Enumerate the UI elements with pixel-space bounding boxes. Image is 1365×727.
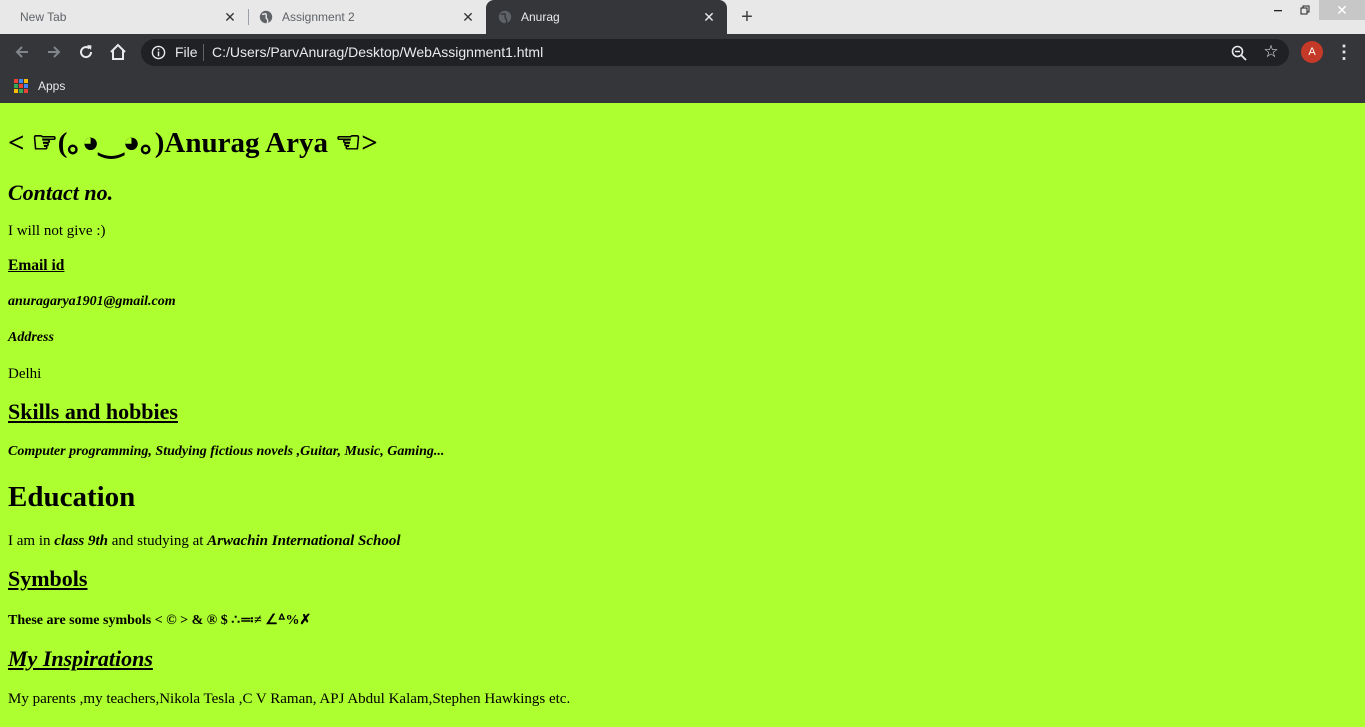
email-value: anuragarya1901@gmail.com <box>8 294 176 309</box>
tab-title: New Tab <box>20 10 67 24</box>
globe-icon <box>498 10 512 24</box>
skills-heading: Skills and hobbies <box>8 399 178 424</box>
window-close-button[interactable]: ✕ <box>1319 0 1365 20</box>
arrow-right-icon <box>48 46 61 58</box>
apps-label: Apps <box>38 79 66 93</box>
restore-icon <box>1300 5 1309 15</box>
bookmarks-bar: Apps <box>0 70 1365 103</box>
tab-title: Anurag <box>521 10 560 24</box>
address-value: Delhi <box>8 366 42 382</box>
contact-text: I will not give :) <box>8 223 106 239</box>
minimize-icon <box>1273 10 1282 12</box>
omnibox-divider <box>203 44 204 61</box>
reload-button[interactable] <box>76 42 96 62</box>
symbols-heading: Symbols <box>8 566 88 591</box>
browser-toolbar: File C:/Users/ParvAnurag/Desktop/WebAssi… <box>0 34 1365 70</box>
tab-title: Assignment 2 <box>282 10 355 24</box>
forward-button[interactable] <box>44 42 64 62</box>
inspirations-heading: My Inspirations <box>8 646 153 671</box>
close-icon[interactable]: ✕ <box>460 9 476 25</box>
close-icon[interactable]: ✕ <box>701 9 717 25</box>
apps-grid-icon <box>14 79 28 93</box>
avatar[interactable]: A <box>1301 41 1323 63</box>
education-text: I am in class 9th and studying at Arwach… <box>8 532 401 550</box>
page-title: < ☞(｡◕‿◕｡)Anurag Arya ☜> <box>8 127 378 159</box>
menu-icon[interactable]: ⋮ <box>1334 42 1354 62</box>
education-mid: and studying at <box>108 533 208 549</box>
arrow-left-icon <box>15 46 28 58</box>
tab-new-tab[interactable]: New Tab ✕ <box>0 0 248 34</box>
info-icon[interactable] <box>151 45 166 60</box>
page-content: < ☞(｡◕‿◕｡)Anurag Arya ☜> Contact no. I w… <box>0 103 1365 727</box>
back-button[interactable] <box>12 42 32 62</box>
close-icon: ✕ <box>1336 1 1348 18</box>
new-tab-button[interactable]: + <box>737 7 757 27</box>
profile-initial: A <box>1308 46 1316 58</box>
reload-icon <box>80 45 93 59</box>
symbols-text: These are some symbols < © > & ® $ ∴≕≠ ∠… <box>8 613 312 628</box>
education-prefix: I am in <box>8 533 55 549</box>
email-label: Email id <box>8 257 65 274</box>
home-icon <box>110 43 126 60</box>
skills-value: Computer programming, Studying fictious … <box>8 444 445 459</box>
globe-icon <box>259 10 273 24</box>
tab-anurag[interactable]: Anurag ✕ <box>486 0 727 34</box>
restore-button[interactable] <box>1291 0 1318 20</box>
home-button[interactable] <box>108 42 128 62</box>
address-bar[interactable]: File C:/Users/ParvAnurag/Desktop/WebAssi… <box>141 39 1289 66</box>
zoom-out-icon[interactable] <box>1230 44 1248 62</box>
address-label: Address <box>8 330 54 345</box>
tab-strip: New Tab ✕ Assignment 2 ✕ Anurag ✕ + ✕ <box>0 0 1365 34</box>
education-school: Arwachin International School <box>207 533 401 549</box>
scheme-label: File <box>175 44 198 60</box>
apps-shortcut[interactable]: Apps <box>14 77 65 95</box>
contact-heading: Contact no. <box>8 180 114 205</box>
minimize-button[interactable] <box>1264 0 1291 20</box>
education-heading: Education <box>8 481 136 513</box>
inspirations-text: My parents ,my teachers,Nikola Tesla ,C … <box>8 691 571 707</box>
star-icon[interactable]: ☆ <box>1261 42 1281 62</box>
close-icon[interactable]: ✕ <box>222 9 238 25</box>
education-class: class 9th <box>54 533 109 549</box>
tab-assignment-2[interactable]: Assignment 2 ✕ <box>249 0 486 34</box>
url-text[interactable]: C:/Users/ParvAnurag/Desktop/WebAssignmen… <box>212 45 543 60</box>
